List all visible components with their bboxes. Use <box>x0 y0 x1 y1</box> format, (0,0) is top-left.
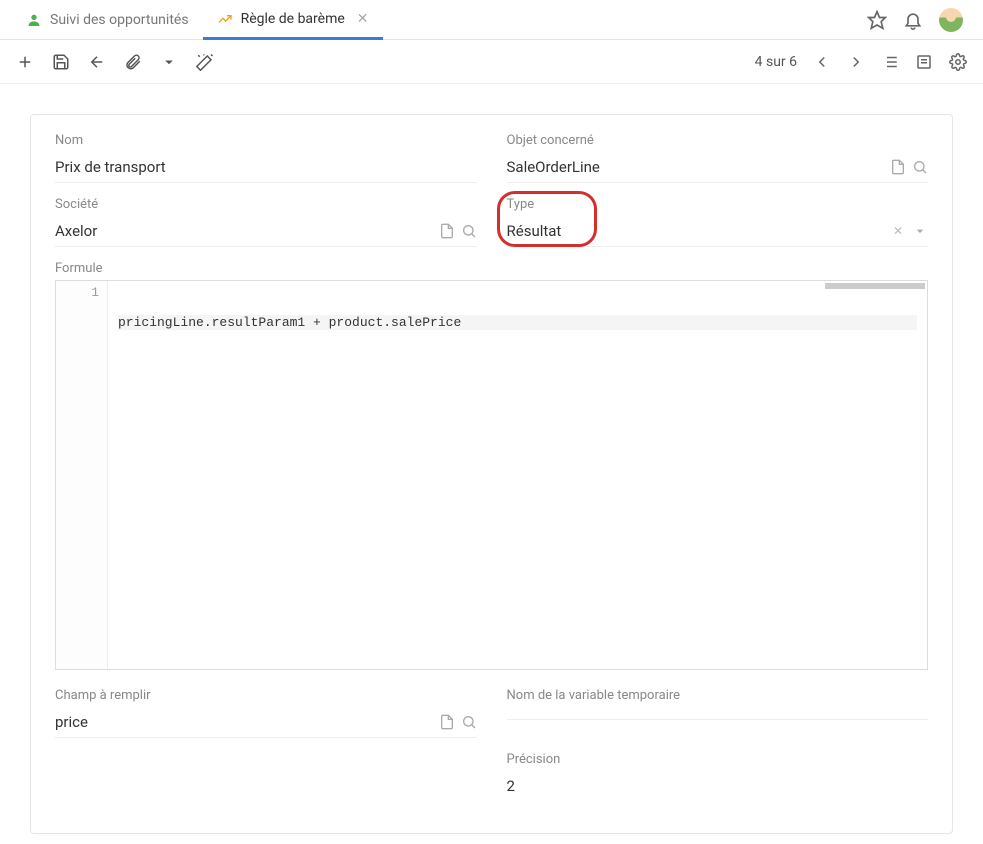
precision-label: Précision <box>507 752 929 767</box>
avatar[interactable] <box>939 8 963 32</box>
clear-icon[interactable]: ✕ <box>890 223 906 239</box>
paperclip-icon[interactable] <box>124 53 142 71</box>
champ-value: price <box>55 713 439 731</box>
code-editor[interactable]: 1 pricingLine.resultParam1 + product.sal… <box>55 280 928 670</box>
search-icon[interactable] <box>461 714 477 730</box>
nom-label: Nom <box>55 133 477 148</box>
chevron-down-icon[interactable] <box>160 53 178 71</box>
chevron-left-icon[interactable] <box>813 53 831 71</box>
tab-label: Suivi des opportunités <box>50 12 189 28</box>
document-icon[interactable] <box>439 223 455 239</box>
plus-icon[interactable] <box>16 53 34 71</box>
document-icon[interactable] <box>439 714 455 730</box>
code-gutter: 1 <box>56 281 108 669</box>
close-icon[interactable]: ✕ <box>357 11 369 27</box>
chart-line-icon <box>217 11 233 27</box>
search-icon[interactable] <box>912 159 928 175</box>
save-icon[interactable] <box>52 53 70 71</box>
champ-field[interactable]: price <box>55 707 477 738</box>
var-temp-field[interactable] <box>507 707 929 720</box>
form-view-icon[interactable] <box>915 53 933 71</box>
content-area: Nom Prix de transport Objet concerné Sal… <box>0 84 983 844</box>
toolbar-right: 4 sur 6 <box>755 53 967 71</box>
societe-value: Axelor <box>55 222 439 240</box>
precision-value: 2 <box>507 777 929 795</box>
nom-field[interactable]: Prix de transport <box>55 152 477 183</box>
societe-label: Société <box>55 197 477 212</box>
back-icon[interactable] <box>88 53 106 71</box>
chevron-down-icon[interactable] <box>912 223 928 239</box>
objet-value: SaleOrderLine <box>507 158 891 176</box>
tab-pricing-rule[interactable]: Règle de barème ✕ <box>203 1 383 40</box>
precision-field[interactable]: 2 <box>507 771 929 801</box>
minimap-indicator <box>825 283 925 289</box>
type-label: Type <box>507 197 929 212</box>
type-field[interactable]: Résultat ✕ <box>507 216 929 247</box>
list-view-icon[interactable] <box>881 53 899 71</box>
toolbar: 4 sur 6 <box>0 40 983 84</box>
societe-field[interactable]: Axelor <box>55 216 477 247</box>
bell-icon[interactable] <box>903 10 923 30</box>
chevron-right-icon[interactable] <box>847 53 865 71</box>
line-number: 1 <box>60 285 99 300</box>
objet-field[interactable]: SaleOrderLine <box>507 152 929 183</box>
var-temp-label: Nom de la variable temporaire <box>507 688 929 703</box>
document-icon[interactable] <box>890 159 906 175</box>
type-value: Résultat <box>507 222 891 240</box>
code-line: pricingLine.resultParam1 + product.saleP… <box>118 315 917 330</box>
tab-opportunities[interactable]: Suivi des opportunités <box>12 0 203 39</box>
formule-label: Formule <box>55 261 928 276</box>
code-content[interactable]: pricingLine.resultParam1 + product.saleP… <box>108 281 927 669</box>
form-card: Nom Prix de transport Objet concerné Sal… <box>30 114 953 834</box>
magic-wand-icon[interactable] <box>196 53 214 71</box>
nom-value: Prix de transport <box>55 158 477 176</box>
gear-icon[interactable] <box>949 53 967 71</box>
page-counter: 4 sur 6 <box>755 54 797 70</box>
person-icon <box>26 12 42 28</box>
search-icon[interactable] <box>461 223 477 239</box>
tabs-bar: Suivi des opportunités Règle de barème ✕ <box>0 0 983 40</box>
star-icon[interactable] <box>867 10 887 30</box>
champ-label: Champ à remplir <box>55 688 477 703</box>
toolbar-left <box>16 53 214 71</box>
objet-label: Objet concerné <box>507 133 929 148</box>
tabs-right <box>867 8 971 32</box>
tab-label: Règle de barème <box>241 11 345 27</box>
